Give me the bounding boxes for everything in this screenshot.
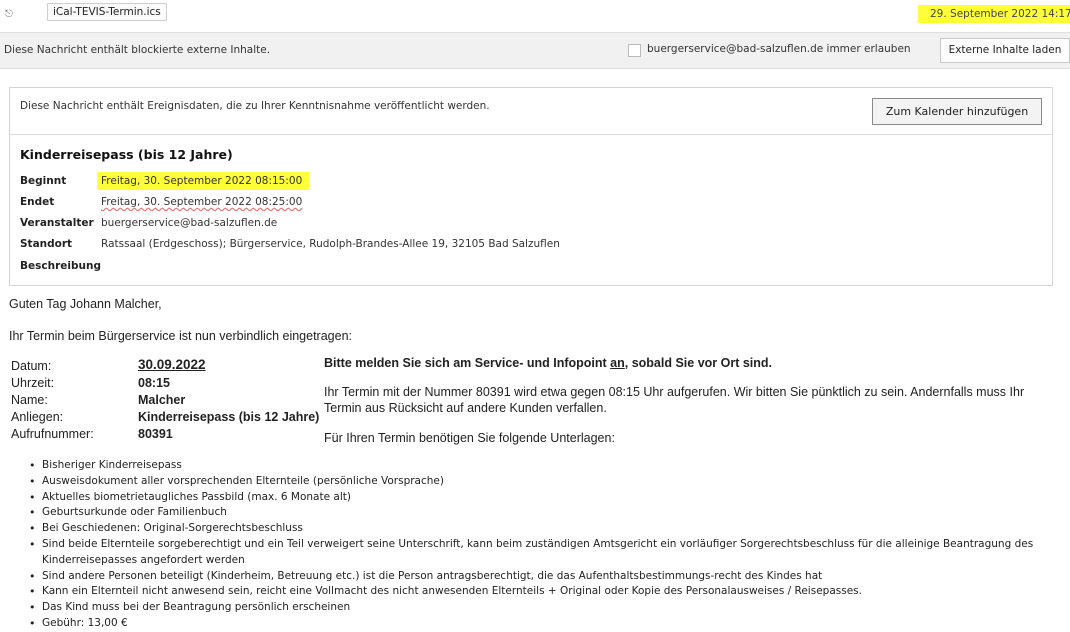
call-paragraph: Ihr Termin mit der Nummer 80391 wird etw… [324,385,1025,415]
detail-label: Uhrzeit: [11,376,55,390]
greeting: Guten Tag Johann Malcher, [9,297,162,311]
event-organizer-value[interactable]: buergerservice@bad-salzuflen.de [101,217,277,229]
detail-label: Name: [11,393,48,407]
event-organizer-label: Veranstalter [20,217,94,229]
event-end-value: Freitag, 30. September 2022 08:25:00 [101,196,303,208]
event-description-label: Beschreibung [20,260,101,272]
check-in-notice-post: , sobald Sie vor Ort sind. [624,356,773,370]
event-start-highlight: Freitag, 30. September 2022 08:15:00 [97,172,310,190]
documents-list: Bisheriger Kinderreisepass Ausweisdokume… [24,458,1064,632]
event-card: Diese Nachricht enthält Ereignisdaten, d… [9,87,1053,286]
intro-text: Ihr Termin beim Bürgerservice ist nun ve… [9,329,352,343]
load-external-content-button[interactable]: Externe Inhalte laden [940,38,1070,63]
attachment-file-chip[interactable]: iCal-TEVIS-Termin.ics [47,3,167,21]
list-item: Geburtsurkunde oder Familienbuch [24,505,1064,521]
detail-label: Anliegen: [11,410,64,424]
mail-date: 29. September 2022 14:17:06 [918,5,1070,23]
documents-intro: Für Ihren Termin benötigen Sie folgende … [324,431,615,445]
event-location-label: Standort [20,238,73,250]
detail-value-call-number: 80391 [138,427,173,441]
card-divider [10,134,1052,135]
instructions-column: Bitte melden Sie sich am Service- und In… [324,356,1054,445]
list-item: Gebühr: 13,00 € [24,616,1064,632]
blocked-content-bar: Diese Nachricht enthält blockierte exter… [0,32,1070,69]
allow-sender-checkbox[interactable] [628,44,641,57]
event-notice: Diese Nachricht enthält Ereignisdaten, d… [20,100,490,112]
event-end-label: Endet [20,196,55,208]
list-item: Das Kind muss bei der Beantragung persön… [24,600,1064,616]
detail-label: Datum: [11,359,52,373]
add-to-calendar-button[interactable]: Zum Kalender hinzufügen [872,98,1042,125]
detail-value-name: Malcher [138,393,186,407]
event-start-value: Freitag, 30. September 2022 08:15:00 [97,172,310,190]
check-in-notice-pre: Bitte melden Sie sich am Service- und In… [324,356,611,370]
blocked-content-message: Diese Nachricht enthält blockierte exter… [4,44,271,56]
detail-label: Aufrufnummer: [11,427,94,441]
event-start-label: Beginnt [20,175,67,187]
detail-value-concern: Kinderreisepass (bis 12 Jahre) [138,410,320,424]
list-item: Sind beide Elternteile sorgeberechtigt u… [24,537,1064,569]
paperclip-icon[interactable]: ⎋ [5,9,13,20]
list-item: Kann ein Elternteil nicht anwesend sein,… [24,584,1064,600]
attachment-bar: ⎋ iCal-TEVIS-Termin.ics 29. September 20… [0,0,1070,30]
event-title: Kinderreisepass (bis 12 Jahre) [20,147,233,162]
list-item: Ausweisdokument aller vorsprechenden Elt… [24,474,1064,490]
list-item: Bei Geschiedenen: Original-Sorgerechtsbe… [24,521,1064,537]
detail-value-time: 08:15 [138,376,170,390]
allow-sender-label[interactable]: buergerservice@bad-salzuflen.de immer er… [647,43,911,55]
detail-value-date: 30.09.2022 [138,357,206,372]
check-in-notice: Bitte melden Sie sich am Service- und In… [324,356,1054,370]
event-location-value: Ratssaal (Erdgeschoss); Bürgerservice, R… [101,238,560,250]
list-item: Sind andere Personen beteiligt (Kinderhe… [24,569,1064,585]
list-item: Bisheriger Kinderreisepass [24,458,1064,474]
check-in-notice-link: an [610,356,625,370]
list-item: Aktuelles biometrietaugliches Passbild (… [24,490,1064,506]
